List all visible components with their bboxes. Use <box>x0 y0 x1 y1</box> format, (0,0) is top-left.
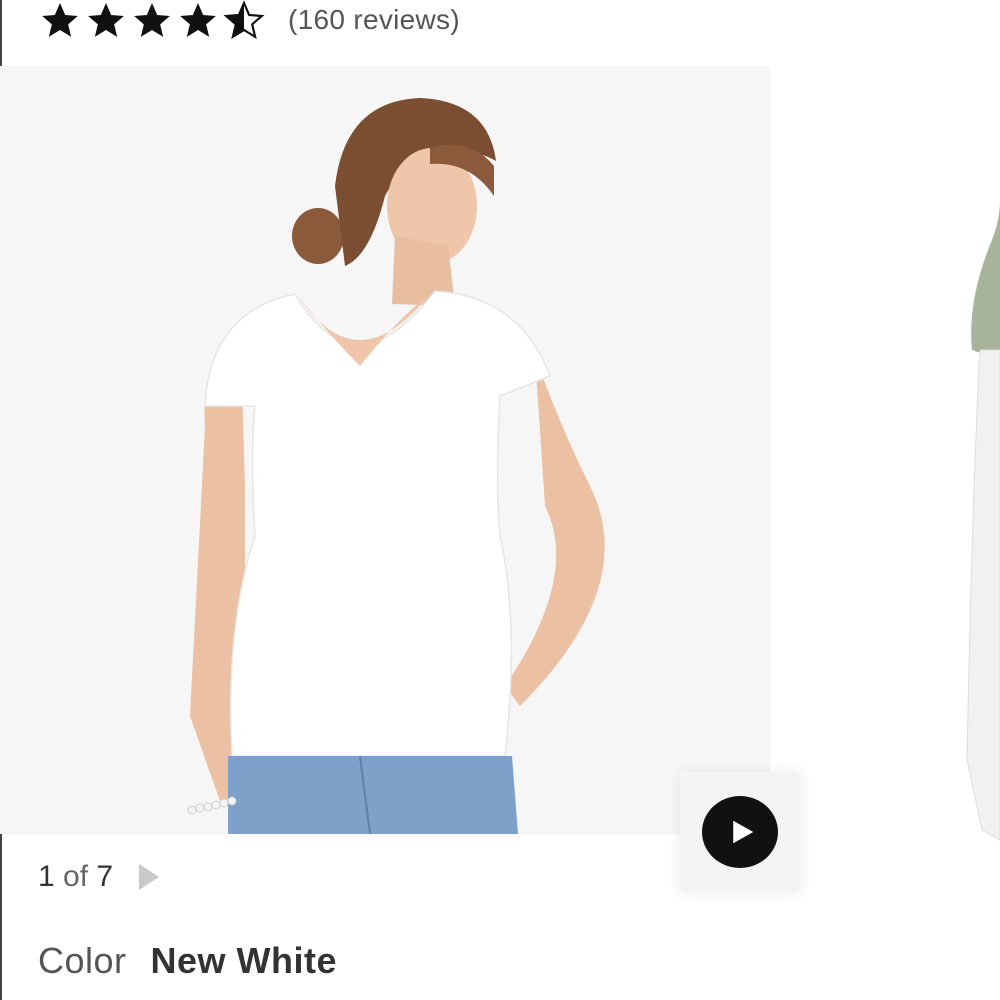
image-counter-of: of <box>63 860 89 893</box>
color-value: New White <box>150 940 338 981</box>
play-icon <box>733 820 754 844</box>
star-half-icon <box>222 0 266 40</box>
product-main-image[interactable] <box>0 66 770 834</box>
next-product-image-peek[interactable] <box>962 200 1000 860</box>
star-full-icon <box>176 0 220 40</box>
next-image-illustration <box>966 200 1000 841</box>
image-counter: 1 of 7 <box>38 860 160 894</box>
star-full-icon <box>38 0 82 40</box>
chevron-right-icon[interactable] <box>139 864 160 890</box>
image-counter-current: 1 <box>38 860 55 893</box>
video-thumbnail[interactable] <box>680 772 800 892</box>
star-rating <box>38 0 266 40</box>
play-video-button[interactable] <box>702 796 778 868</box>
image-counter-text: 1 of 7 <box>38 860 113 894</box>
reviews-count-link[interactable]: (160 reviews) <box>288 4 460 36</box>
color-label: Color <box>38 940 127 981</box>
image-counter-total: 7 <box>96 860 114 893</box>
product-rating[interactable]: (160 reviews) <box>38 0 460 40</box>
star-full-icon <box>130 0 174 40</box>
model-photo-illustration <box>187 98 605 834</box>
star-full-icon <box>84 0 128 40</box>
selected-color: Color New White <box>38 940 337 982</box>
